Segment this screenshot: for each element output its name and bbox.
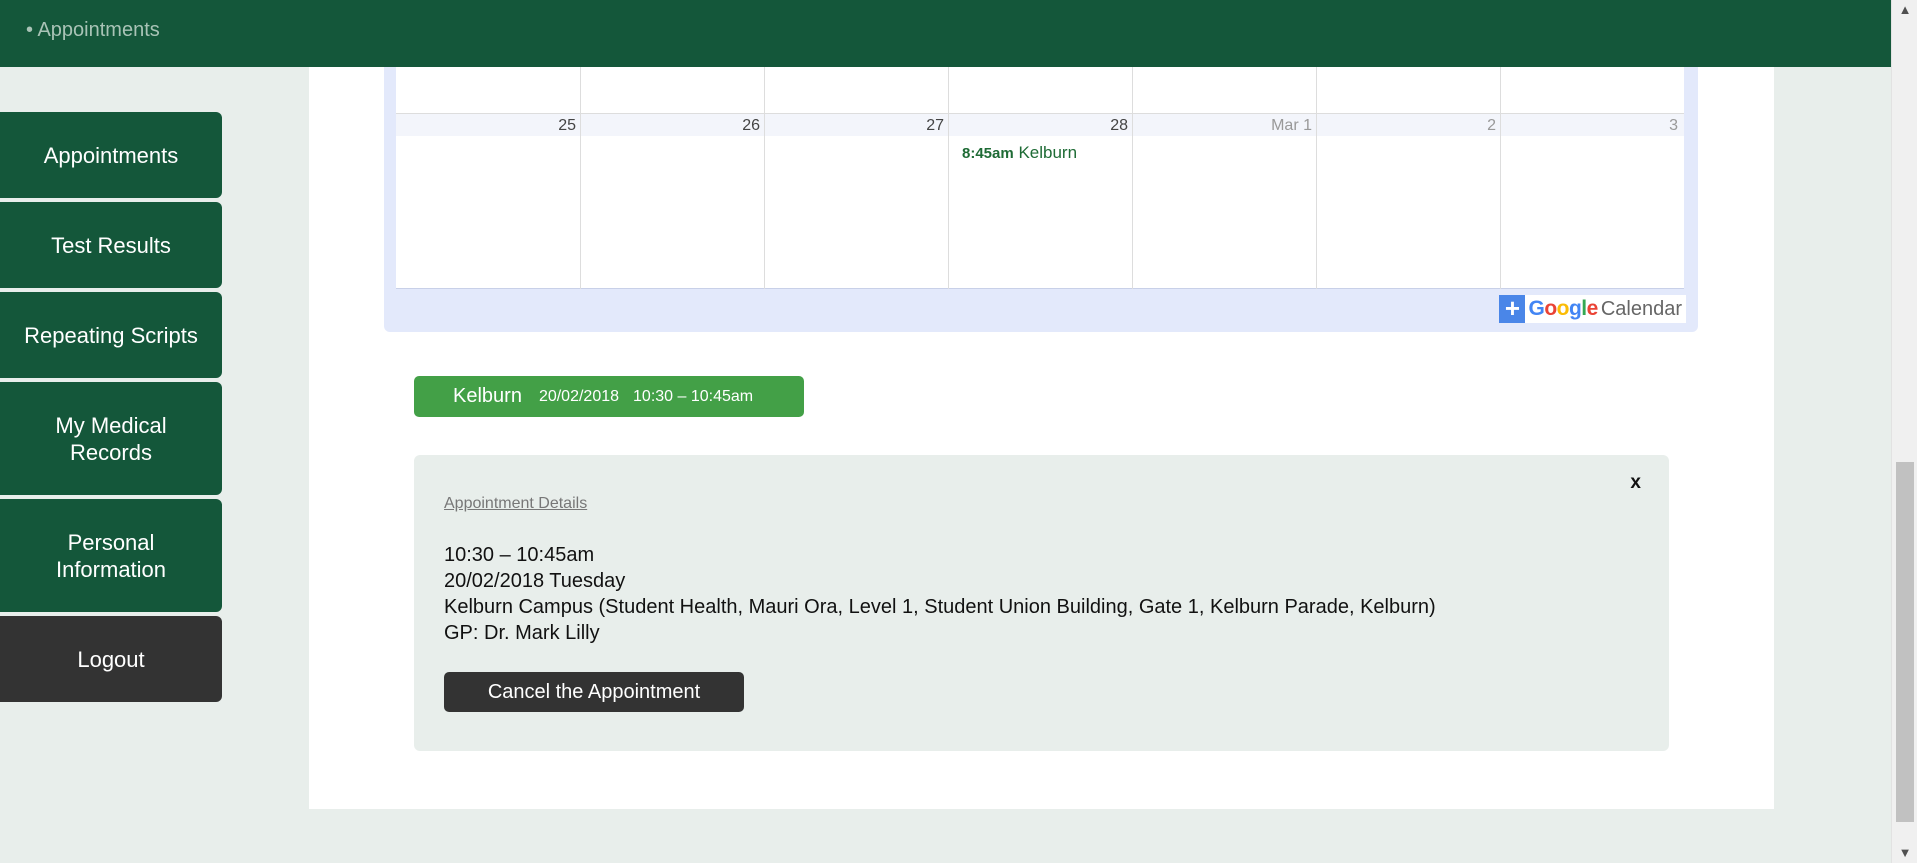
sidebar-item-appointments[interactable]: Appointments xyxy=(0,112,222,198)
day-column-divider xyxy=(1132,67,1133,289)
details-date: 20/02/2018 Tuesday xyxy=(444,570,626,592)
main-content: 25 26 27 28 Mar 1 2 3 8:45am Kelburn + G… xyxy=(309,67,1774,809)
details-time: 10:30 – 10:45am xyxy=(444,544,595,566)
sidebar-item-personal-information[interactable]: Personal Information xyxy=(0,499,222,612)
day-number[interactable]: 3 xyxy=(1498,117,1678,135)
scroll-down-icon[interactable]: ▼ xyxy=(1892,843,1917,863)
week-divider xyxy=(396,113,1684,114)
appointment-time: 10:30 – 10:45am xyxy=(633,387,754,405)
day-column-divider xyxy=(948,67,949,289)
google-logo-letter: o xyxy=(1544,297,1557,320)
event-time: 8:45am xyxy=(962,145,1014,162)
details-title: Appointment Details xyxy=(444,495,588,512)
top-bar: • Appointments xyxy=(0,0,1891,67)
sidebar-item-test-results[interactable]: Test Results xyxy=(0,202,222,288)
logout-button[interactable]: Logout xyxy=(0,616,222,702)
appointment-date: 20/02/2018 xyxy=(538,387,620,405)
calendar-widget: 25 26 27 28 Mar 1 2 3 8:45am Kelburn + G… xyxy=(384,67,1698,332)
sidebar-item-medical-records[interactable]: My Medical Records xyxy=(0,382,222,495)
calendar-month-grid: 25 26 27 28 Mar 1 2 3 8:45am Kelburn xyxy=(396,67,1684,289)
breadcrumb[interactable]: • Appointments xyxy=(26,19,160,42)
day-number[interactable]: 26 xyxy=(580,117,760,135)
close-button[interactable]: x xyxy=(1630,472,1641,494)
day-number[interactable]: Mar 1 xyxy=(1132,117,1312,135)
details-lines: 10:30 – 10:45am 20/02/2018 Tuesday Kelbu… xyxy=(444,542,1436,646)
calendar-event[interactable]: 8:45am Kelburn xyxy=(962,143,1077,163)
details-gp: GP: Dr. Mark Lilly xyxy=(444,622,600,644)
google-logo-text: Google xyxy=(1528,297,1599,320)
day-number[interactable]: 28 xyxy=(948,117,1128,135)
appointment-details-panel: x Appointment Details 10:30 – 10:45am 20… xyxy=(414,455,1669,751)
day-column-divider xyxy=(764,67,765,289)
plus-icon: + xyxy=(1499,295,1526,323)
appointment-summary-button[interactable]: Kelburn 20/02/2018 10:30 – 10:45am xyxy=(414,376,804,417)
day-number[interactable]: 25 xyxy=(396,117,576,135)
scrollbar-thumb[interactable] xyxy=(1896,462,1914,822)
google-logo: Google xyxy=(1528,297,1599,321)
page-scrollbar[interactable]: ▲ ▼ xyxy=(1891,0,1917,863)
event-title: Kelburn xyxy=(1018,143,1078,162)
appointment-location: Kelburn xyxy=(453,385,522,407)
day-column-divider xyxy=(1316,67,1317,289)
cancel-appointment-button[interactable]: Cancel the Appointment xyxy=(444,672,744,712)
google-logo-letter: e xyxy=(1586,297,1599,320)
day-number[interactable]: 27 xyxy=(764,117,944,135)
add-to-google-calendar-button[interactable]: + Google Calendar xyxy=(1499,295,1686,323)
google-logo-letter: G xyxy=(1528,297,1545,320)
day-number[interactable]: 2 xyxy=(1316,117,1496,135)
day-column-divider xyxy=(580,67,581,289)
calendar-label: Calendar xyxy=(1600,297,1682,320)
google-logo-letter: g xyxy=(1568,297,1582,320)
scroll-up-icon[interactable]: ▲ xyxy=(1892,0,1917,20)
details-location: Kelburn Campus (Student Health, Mauri Or… xyxy=(444,596,1436,618)
google-logo-letter: o xyxy=(1556,297,1570,320)
day-column-divider xyxy=(1500,67,1501,289)
sidebar-item-repeating-scripts[interactable]: Repeating Scripts xyxy=(0,292,222,378)
